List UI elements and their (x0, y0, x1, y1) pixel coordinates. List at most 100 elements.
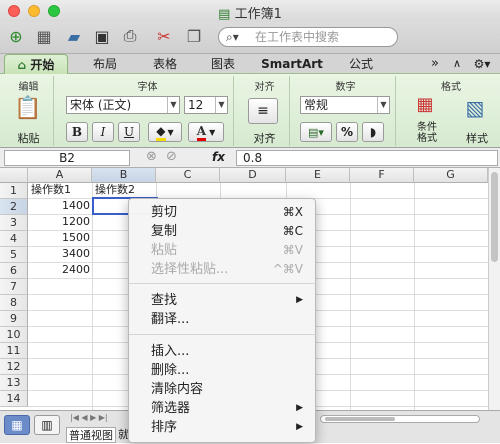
row-header[interactable]: 4 (0, 231, 28, 247)
templates-icon[interactable]: ▦ (32, 24, 56, 48)
cut-icon[interactable]: ✂ (152, 24, 176, 48)
row-header[interactable]: 5 (0, 247, 28, 263)
settings-gear-icon[interactable]: ⚙▾ (470, 54, 494, 74)
conditional-format-label[interactable]: 条件 格式 (410, 122, 444, 144)
styles-icon[interactable]: ▧ (460, 96, 490, 124)
menu-separator (129, 334, 317, 335)
row-header[interactable]: 3 (0, 215, 28, 231)
cell-a5[interactable]: 3400 (30, 246, 90, 262)
cell-a6[interactable]: 2400 (30, 262, 90, 278)
bold-button[interactable]: B (66, 122, 88, 142)
row-header[interactable]: 9 (0, 311, 28, 327)
menu-item-find[interactable]: 查找 ▶ (129, 291, 317, 310)
cancel-icon[interactable]: ⊗ (146, 149, 157, 164)
comma-style-button[interactable]: ◗ (362, 122, 384, 142)
menu-item-label: 粘贴 (151, 243, 178, 258)
cell-a3[interactable]: 1200 (30, 214, 90, 230)
menu-item-insert[interactable]: 插入... (129, 342, 317, 361)
horizontal-scrollbar[interactable] (320, 415, 480, 423)
menu-item-label: 复制 (151, 224, 178, 239)
chevron-down-icon: ▼ (167, 97, 179, 113)
new-document-icon[interactable]: ⊕ (4, 24, 28, 48)
paste-label[interactable]: 粘贴 (4, 130, 53, 146)
normal-view-icon[interactable]: ▦ (4, 415, 30, 435)
column-header[interactable]: A (28, 168, 92, 183)
percent-button[interactable]: % (336, 122, 358, 142)
menu-item-shortcut: ⌘V (282, 243, 303, 257)
save-icon[interactable]: ▣ (90, 24, 114, 48)
conditional-format-icon[interactable]: ▦ (410, 94, 440, 122)
tab-smartart[interactable]: SmartArt (252, 54, 332, 74)
scroll-thumb[interactable] (491, 172, 498, 262)
align-label[interactable]: 对齐 (240, 130, 289, 146)
vertical-scrollbar[interactable] (488, 168, 500, 410)
sheet-nav-arrows-icon[interactable]: |◀ ◀ ▶ ▶| (70, 413, 108, 422)
print-icon[interactable]: ⎙ (118, 24, 142, 48)
row-header[interactable]: 13 (0, 375, 28, 391)
fill-color-button[interactable]: ◆ ▼ (148, 122, 182, 142)
horizontal-scroll-thumb[interactable] (325, 417, 395, 421)
menu-item-paste: 粘贴 ⌘V (129, 241, 317, 260)
paste-icon[interactable]: 📋 (14, 96, 42, 124)
column-header[interactable]: G (414, 168, 488, 183)
tab-home-label: 开始 (30, 58, 55, 72)
row-header[interactable]: 12 (0, 359, 28, 375)
insert-function-button[interactable]: fx (212, 150, 225, 164)
page-layout-view-icon[interactable]: ▥ (34, 415, 60, 435)
document-icon: ▤ (218, 7, 235, 22)
select-all-corner[interactable] (0, 168, 28, 183)
column-header[interactable]: B (92, 168, 156, 183)
number-format-select[interactable]: 常规 ▼ (300, 96, 390, 114)
menu-item-filter[interactable]: 筛选器 ▶ (129, 399, 317, 418)
formula-input[interactable]: 0.8 (236, 150, 498, 166)
align-icon[interactable]: ≡ (248, 98, 278, 124)
copy-icon[interactable]: ❐ (182, 24, 206, 48)
font-size-value: 12 (188, 98, 204, 112)
menu-item-translate[interactable]: 翻译... (129, 310, 317, 329)
menu-item-sort[interactable]: 排序 ▶ (129, 418, 317, 437)
tab-formulas[interactable]: 公式 (336, 54, 386, 74)
tab-home[interactable]: ⌂ 开始 (4, 54, 68, 74)
column-header[interactable]: C (156, 168, 220, 183)
row-header[interactable]: 10 (0, 327, 28, 343)
collapse-ribbon-icon[interactable]: ∧ (450, 54, 464, 74)
search-input[interactable]: ⌕▾ 在工作表中搜索 (218, 27, 398, 47)
name-box[interactable]: B2 (4, 150, 130, 166)
font-color-button[interactable]: A ▼ (188, 122, 224, 142)
row-header[interactable]: 2 (0, 199, 28, 215)
font-size-select[interactable]: 12 ▼ (184, 96, 228, 114)
cell-a4[interactable]: 1500 (30, 230, 90, 246)
column-header[interactable]: D (220, 168, 286, 183)
row-header[interactable]: 7 (0, 279, 28, 295)
column-header[interactable]: E (286, 168, 350, 183)
cell-b1[interactable]: 操作数2 (95, 182, 155, 198)
underline-button[interactable]: U (118, 122, 140, 142)
currency-format-button[interactable]: ▤▾ (300, 122, 332, 142)
menu-item-clear-contents[interactable]: 清除内容 (129, 380, 317, 399)
more-tabs-icon[interactable]: » (426, 54, 444, 74)
column-header[interactable]: F (350, 168, 414, 183)
menu-item-delete[interactable]: 删除... (129, 361, 317, 380)
row-header[interactable]: 11 (0, 343, 28, 359)
enter-check-icon[interactable]: ⊘ (166, 149, 177, 164)
group-edit-label: 编辑 (18, 82, 39, 93)
menu-item-copy[interactable]: 复制 ⌘C (129, 222, 317, 241)
gridline (414, 183, 415, 410)
cell-a2[interactable]: 1400 (30, 198, 90, 214)
row-header[interactable]: 1 (0, 183, 28, 199)
open-folder-icon[interactable]: ▰ (62, 24, 86, 48)
row-header[interactable]: 14 (0, 391, 28, 407)
tab-charts[interactable]: 图表 (198, 54, 248, 74)
tab-layout[interactable]: 布局 (80, 54, 130, 74)
menu-item-cut[interactable]: 剪切 ⌘X (129, 203, 317, 222)
font-name-select[interactable]: 宋体 (正文) ▼ (66, 96, 180, 114)
cell-a1[interactable]: 操作数1 (31, 182, 91, 198)
italic-label: I (100, 125, 106, 139)
tab-smartart-label: SmartArt (261, 57, 323, 71)
row-header[interactable]: 8 (0, 295, 28, 311)
row-header[interactable]: 6 (0, 263, 28, 279)
tab-tables[interactable]: 表格 (140, 54, 190, 74)
styles-label[interactable]: 样式 (460, 130, 494, 146)
italic-button[interactable]: I (92, 122, 114, 142)
view-mode-normal[interactable]: 普通视图 (66, 427, 116, 443)
